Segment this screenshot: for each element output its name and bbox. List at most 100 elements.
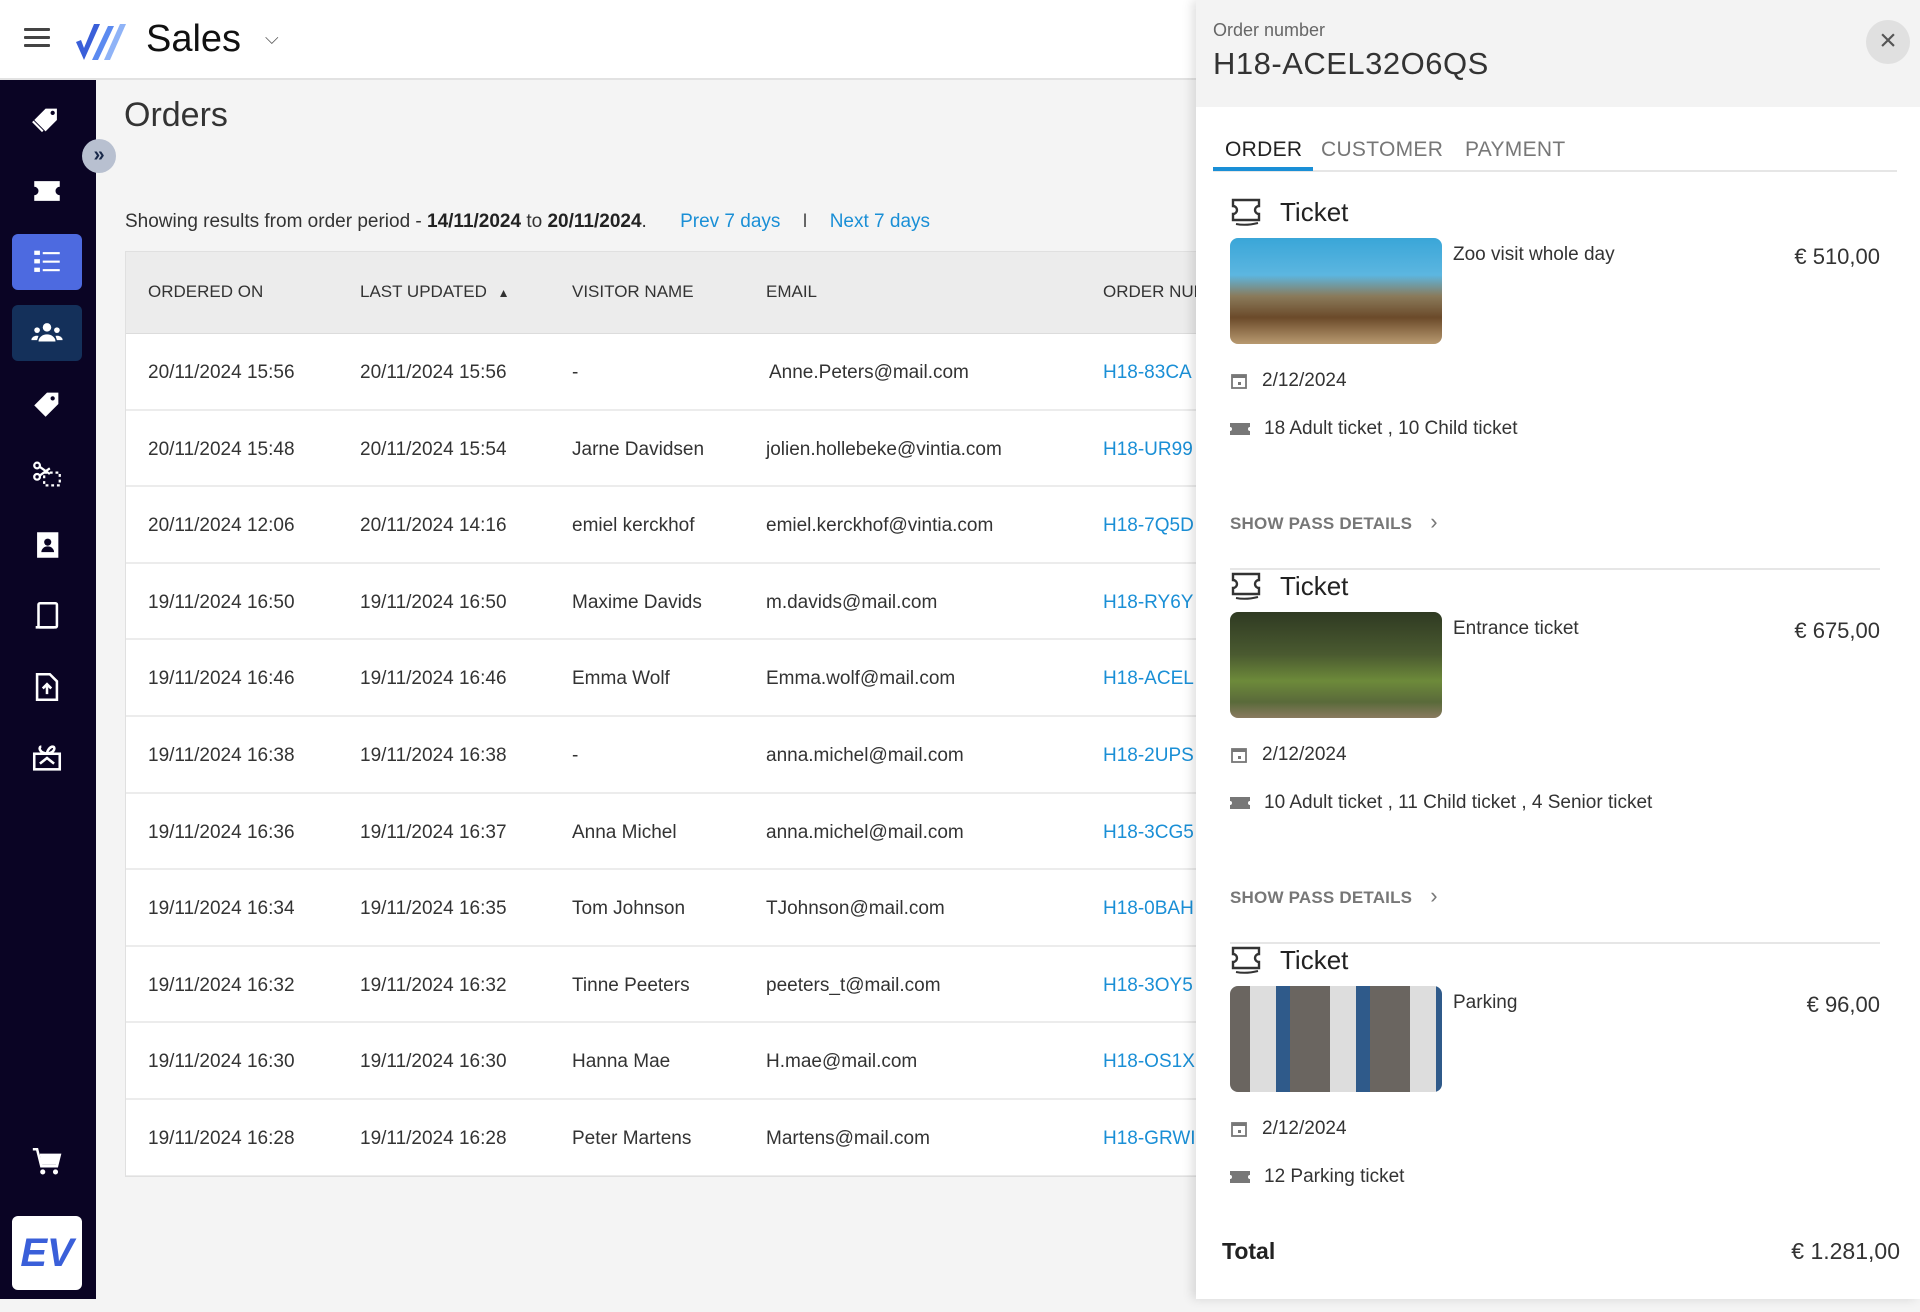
ticket-count-icon xyxy=(1230,1171,1250,1183)
order-number-link[interactable]: H18-3CG5 xyxy=(1103,822,1194,844)
item-price: € 675,00 xyxy=(1794,618,1880,643)
col-last-updated[interactable]: LAST UPDATED ▲ xyxy=(360,282,510,302)
table-row[interactable]: 20/11/2024 15:56 20/11/2024 15:56 - Anne.Pe… xyxy=(126,334,1204,411)
table-row[interactable]: 19/11/2024 16:50 19/11/2024 16:50 Maxime D… xyxy=(126,564,1204,641)
table-row[interactable]: 19/11/2024 16:30 19/11/2024 16:30 Hanna Ma… xyxy=(126,1023,1204,1100)
col-order-number[interactable]: ORDER NUM xyxy=(1103,282,1204,302)
col-ordered-on[interactable]: ORDERED ON xyxy=(148,282,263,302)
order-number-link[interactable]: H18-OS1X xyxy=(1103,1051,1195,1073)
visitor-name-cell: Anna Michel xyxy=(572,821,677,843)
total-value: € 1.281,00 xyxy=(1791,1238,1900,1264)
table-row[interactable]: 19/11/2024 16:34 19/11/2024 16:35 Tom John… xyxy=(126,870,1204,947)
item-date: 2/12/2024 xyxy=(1230,1118,1347,1140)
sidebar-item-tags[interactable] xyxy=(12,92,82,148)
chevron-down-icon[interactable]: ⌵ xyxy=(265,28,279,49)
tab-customer[interactable]: CUSTOMER xyxy=(1321,138,1443,162)
sidebar-item-cart[interactable] xyxy=(12,1134,82,1190)
last-updated-cell: 19/11/2024 16:32 xyxy=(360,974,507,996)
ev-logo[interactable]: EV xyxy=(12,1216,82,1290)
col-email[interactable]: EMAIL xyxy=(766,282,817,302)
ticket-icon xyxy=(1231,572,1261,600)
orders-table: ORDERED ON LAST UPDATED ▲ VISITOR NAME E… xyxy=(125,251,1205,1177)
order-number-link[interactable]: H18-0BAH xyxy=(1103,898,1194,920)
ordered-on-cell: 19/11/2024 16:50 xyxy=(148,591,295,613)
email-cell: TJohnson@mail.com xyxy=(766,898,945,920)
col-last-updated-label: LAST UPDATED xyxy=(360,282,487,301)
next-7-days-link[interactable]: Next 7 days xyxy=(830,211,930,232)
panel-header: Order number H18-ACEL32O6QS × xyxy=(1196,0,1920,107)
table-row[interactable]: 20/11/2024 15:48 20/11/2024 15:54 Jarne Da… xyxy=(126,411,1204,488)
order-number-link[interactable]: H18-3OY5 xyxy=(1103,975,1193,997)
sidebar-item-gift[interactable] xyxy=(12,730,82,786)
item-quantity-value: 10 Adult ticket , 11 Child ticket , 4 Se… xyxy=(1264,792,1653,813)
visitor-name-cell: Hanna Mae xyxy=(572,1051,671,1073)
order-number-link[interactable]: H18-ACEL xyxy=(1103,668,1194,690)
show-pass-details-button[interactable]: SHOW PASS DETAILS › xyxy=(1230,883,1438,909)
chevron-right-icon: › xyxy=(1430,883,1438,908)
email-cell: Martens@mail.com xyxy=(766,1127,930,1149)
period-info: Showing results from order period - 14/1… xyxy=(125,211,930,233)
customers-icon xyxy=(31,323,63,342)
ordered-on-cell: 19/11/2024 16:28 xyxy=(148,1127,295,1149)
period-to: 20/11/2024 xyxy=(547,211,642,232)
expand-sidebar-button[interactable]: » xyxy=(82,139,116,173)
order-number-label: Order number xyxy=(1213,20,1326,40)
email-cell: peeters_t@mail.com xyxy=(766,974,941,996)
email-cell: Emma.wolf@mail.com xyxy=(766,668,956,690)
ticket-icon xyxy=(1231,946,1261,974)
sidebar-item-upload[interactable] xyxy=(12,659,82,715)
active-tab-indicator xyxy=(1213,167,1313,171)
prev-7-days-link[interactable]: Prev 7 days xyxy=(680,211,780,232)
sidebar-item-orders[interactable] xyxy=(12,234,82,290)
table-row[interactable]: 19/11/2024 16:28 19/11/2024 16:28 Peter Ma… xyxy=(126,1100,1204,1176)
order-number-link[interactable]: H18-83CA xyxy=(1103,362,1192,384)
email-cell: jolien.hollebeke@vintia.com xyxy=(766,438,1002,460)
show-pass-details-label: SHOW PASS DETAILS xyxy=(1230,888,1413,907)
menu-icon[interactable] xyxy=(24,28,50,48)
last-updated-cell: 20/11/2024 14:16 xyxy=(360,515,507,537)
email-cell: anna.michel@mail.com xyxy=(766,821,964,843)
table-row[interactable]: 19/11/2024 16:36 19/11/2024 16:37 Anna Mic… xyxy=(126,794,1204,871)
order-number-link[interactable]: H18-GRWI xyxy=(1103,1128,1196,1150)
sales-logo-icon xyxy=(76,24,126,60)
link-separator: I xyxy=(802,211,808,232)
sidebar: EV xyxy=(0,80,96,1299)
ticket-heading: Ticket xyxy=(1230,194,1348,230)
tab-order[interactable]: ORDER xyxy=(1225,138,1302,162)
email-cell: emiel.kerckhof@vintia.com xyxy=(766,515,994,537)
close-button[interactable]: × xyxy=(1866,20,1910,64)
last-updated-cell: 19/11/2024 16:28 xyxy=(360,1127,507,1149)
order-number-link[interactable]: H18-UR99 xyxy=(1103,439,1193,461)
sidebar-item-cut[interactable] xyxy=(12,446,82,502)
sidebar-item-device[interactable] xyxy=(12,588,82,644)
chevron-right-icon: › xyxy=(1430,509,1438,534)
gift-card-icon xyxy=(32,745,62,771)
table-row[interactable]: 19/11/2024 16:46 19/11/2024 16:46 Emma Wol… xyxy=(126,640,1204,717)
app-title[interactable]: Sales xyxy=(146,18,241,61)
order-number-link[interactable]: H18-2UPS xyxy=(1103,745,1194,767)
ordered-on-cell: 20/11/2024 15:48 xyxy=(148,438,295,460)
table-row[interactable]: 19/11/2024 16:32 19/11/2024 16:32 Tinne Pe… xyxy=(126,947,1204,1024)
ordered-on-cell: 19/11/2024 16:38 xyxy=(148,744,295,766)
col-visitor-name[interactable]: VISITOR NAME xyxy=(572,282,694,302)
email-cell: anna.michel@mail.com xyxy=(766,744,964,766)
visitor-name-cell: Emma Wolf xyxy=(572,668,670,690)
order-number-link[interactable]: H18-RY6Y xyxy=(1103,592,1193,614)
parking-lot-image xyxy=(1230,986,1442,1092)
order-detail-panel: Order number H18-ACEL32O6QS × ORDER CUST… xyxy=(1196,0,1920,1299)
sidebar-item-customers[interactable] xyxy=(12,305,82,361)
ticket-heading-label: Ticket xyxy=(1280,570,1349,601)
ticket-heading: Ticket xyxy=(1230,568,1348,604)
sidebar-item-contacts[interactable] xyxy=(12,517,82,573)
sidebar-item-tickets[interactable] xyxy=(12,163,82,219)
tags-icon xyxy=(32,108,57,133)
giraffes-zebras-image xyxy=(1230,612,1442,718)
table-row[interactable]: 19/11/2024 16:38 19/11/2024 16:38 - anna.mi… xyxy=(126,717,1204,794)
tab-payment[interactable]: PAYMENT xyxy=(1465,138,1566,162)
order-number-link[interactable]: H18-7Q5D xyxy=(1103,515,1194,537)
show-pass-details-button[interactable]: SHOW PASS DETAILS › xyxy=(1230,509,1438,535)
email-cell: Anne.Peters@mail.com xyxy=(769,362,969,383)
sidebar-item-tag[interactable] xyxy=(12,376,82,432)
table-row[interactable]: 20/11/2024 12:06 20/11/2024 14:16 emiel ke… xyxy=(126,487,1204,564)
ordered-on-cell: 20/11/2024 12:06 xyxy=(148,515,295,537)
